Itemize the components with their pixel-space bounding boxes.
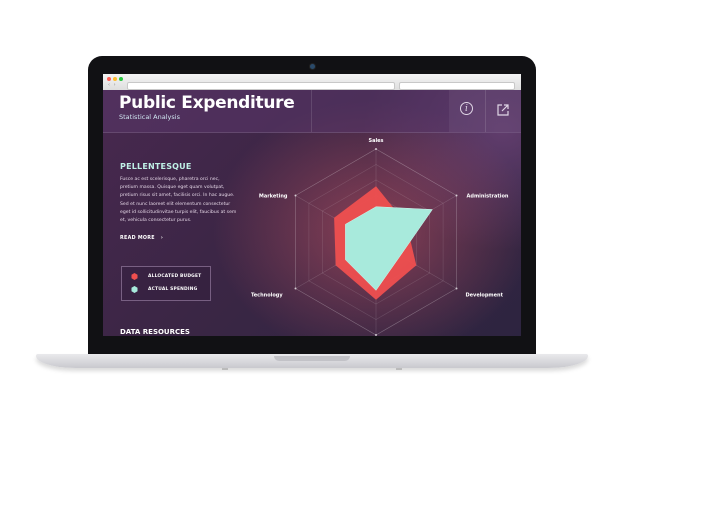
browser-search-bar[interactable] [399, 82, 515, 90]
laptop-foot [222, 368, 228, 370]
maximize-window-icon[interactable] [119, 77, 123, 81]
address-bar[interactable] [127, 82, 395, 90]
radar-axis-dot [375, 148, 377, 150]
laptop-screen: ‹ › Public Expenditure Statistical Analy… [103, 74, 521, 336]
web-page: Public Expenditure Statistical Analysis … [103, 90, 521, 336]
radar-axis-label: Marketing [259, 194, 288, 200]
close-window-icon[interactable] [107, 77, 111, 81]
laptop-notch [274, 356, 350, 361]
radar-chart: Sales Administration Development Technology… [251, 138, 509, 336]
radar-axis-label: Technology [251, 293, 283, 299]
radar-axis-dot [455, 287, 458, 290]
laptop-foot [396, 368, 402, 370]
radar-axis-label: Sales [368, 138, 383, 144]
radar-axis-dot [294, 194, 297, 197]
radar-axis-dot [375, 334, 377, 336]
minimize-window-icon[interactable] [113, 77, 117, 81]
radar-axis-label: Development [466, 293, 504, 299]
browser-chrome: ‹ › [103, 74, 521, 91]
camera-icon [310, 64, 315, 69]
back-forward-icon[interactable]: ‹ › [108, 83, 117, 88]
radar-axis-dot [455, 194, 458, 197]
radar-axis-label: Administration [467, 194, 509, 200]
radar-axis-dot [294, 287, 297, 290]
